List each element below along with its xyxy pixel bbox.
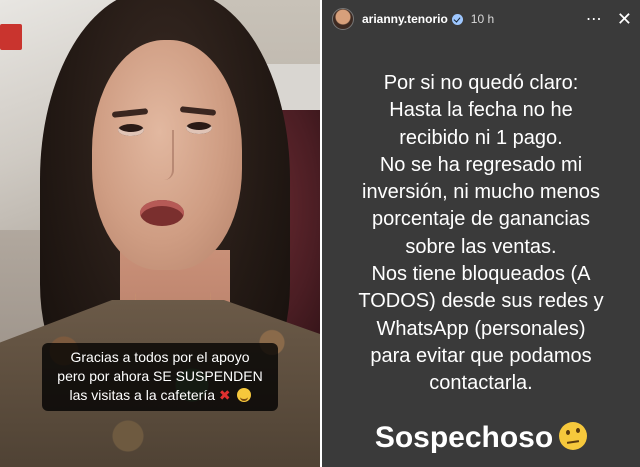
more-options-icon[interactable]: ⋯: [586, 9, 603, 29]
post-time: 10 h: [470, 12, 495, 26]
right-eye: [186, 122, 212, 134]
raised-eyebrow-emoji-icon: [559, 422, 588, 450]
nose: [152, 130, 174, 180]
story-header: arianny.tenorio 10 h ⋯ ✕: [332, 6, 632, 32]
caption-line-3-wrap: las visitas a la cafetería ✖: [48, 386, 272, 405]
message-line-8: Nos tiene bloqueados (A: [371, 263, 591, 286]
message-line-12: contactarla.: [429, 372, 533, 395]
message-line-10: WhatsApp (personales): [376, 317, 586, 340]
avatar[interactable]: [332, 8, 354, 30]
left-story-photo: Gracias a todos por el apoyo pero por ah…: [0, 0, 320, 467]
message-line-5: inversión, ni mucho menos: [362, 181, 600, 204]
message-line-2: Hasta la fecha no he: [389, 99, 573, 122]
footer-text: Sospechoso: [322, 420, 640, 456]
username[interactable]: arianny.tenorio: [362, 12, 448, 26]
caption-line-1: Gracias a todos por el apoyo: [70, 349, 250, 365]
mouth: [140, 200, 184, 226]
message-line-4: No se ha regresado mi: [379, 153, 583, 176]
message-line-3: recibido ni 1 pago.: [399, 126, 563, 149]
smile-emoji-icon: [236, 388, 251, 402]
message-line-11: para evitar que podamos: [370, 344, 592, 367]
cross-mark-icon: ✖: [218, 387, 231, 403]
caption-line-3: las visitas a la cafetería: [69, 387, 215, 403]
message-line-9: TODOS) desde sus redes y: [358, 290, 604, 313]
red-sign: [0, 24, 22, 50]
message-line-6: porcentaje de ganancias: [372, 208, 590, 231]
verified-badge-icon: [451, 13, 463, 25]
message-line-7: sobre las ventas.: [405, 235, 557, 258]
story-caption: Gracias a todos por el apoyo pero por ah…: [42, 343, 278, 411]
message-line-1: Por si no quedó claro:: [383, 72, 579, 94]
caption-line-2: pero por ahora SE SUSPENDEN: [57, 368, 263, 384]
stories-composite: Gracias a todos por el apoyo pero por ah…: [0, 0, 640, 467]
left-eye: [118, 124, 144, 136]
footer-word: Sospechoso: [374, 421, 554, 454]
right-story-text: arianny.tenorio 10 h ⋯ ✕ Por si no quedó…: [322, 0, 640, 467]
close-icon[interactable]: ✕: [617, 10, 632, 28]
story-message: Por si no quedó claro: Hasta la fecha no…: [330, 70, 632, 398]
